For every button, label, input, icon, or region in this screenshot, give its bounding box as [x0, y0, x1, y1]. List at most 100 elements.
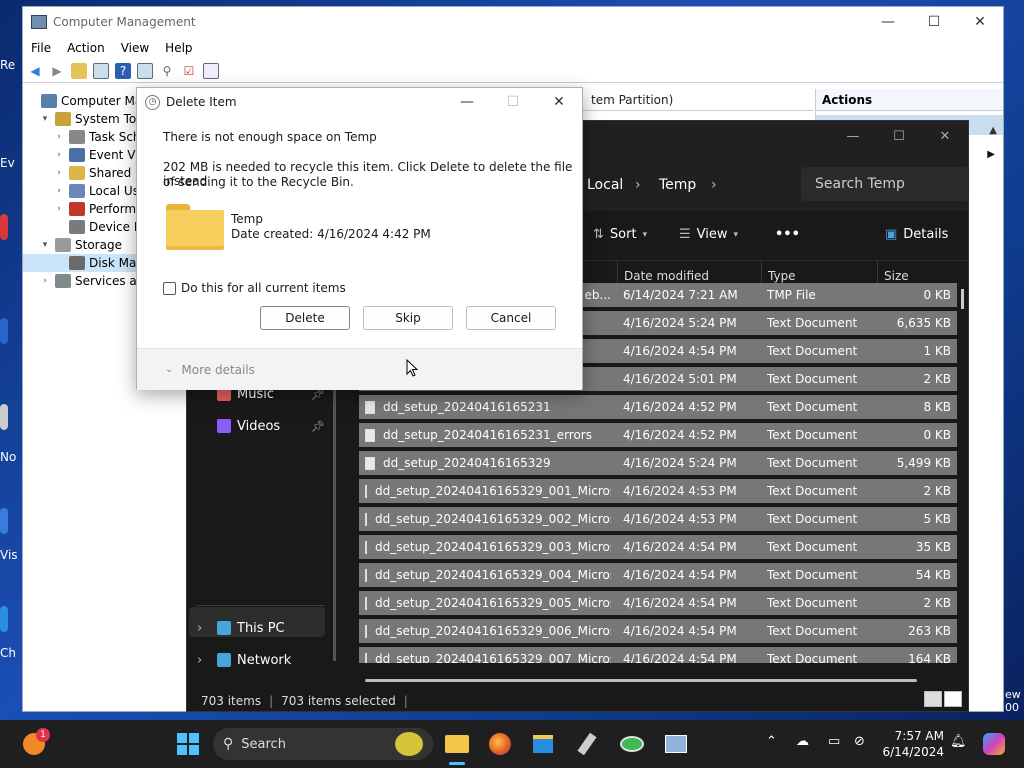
desktop-icon[interactable] — [0, 606, 8, 632]
store-icon[interactable] — [527, 728, 559, 760]
more-options-button[interactable]: ••• — [775, 227, 800, 242]
display-icon[interactable]: ▭ — [828, 734, 840, 749]
details-pane-button[interactable]: ▣ Details — [885, 227, 948, 242]
separator: | — [403, 694, 408, 708]
chevron-right-icon[interactable]: › — [711, 177, 717, 193]
menu-view[interactable]: View — [121, 41, 149, 55]
file-date-cell: 4/16/2024 5:24 PM — [623, 456, 737, 470]
maximize-button[interactable]: ☐ — [911, 7, 957, 37]
table-row[interactable]: dd_setup_20240416165231 4/16/2024 4:52 PM… — [359, 395, 957, 419]
file-type-cell: TMP File — [767, 288, 816, 302]
copilot-icon[interactable] — [978, 728, 1010, 760]
up-folder-icon[interactable] — [71, 62, 87, 79]
check-icon[interactable]: ☑ — [181, 63, 197, 79]
skip-button[interactable]: Skip — [363, 306, 453, 330]
more-details-toggle[interactable]: ⌄ More details — [137, 348, 582, 390]
nav-item-videos[interactable]: Videos 📌︎ — [217, 415, 325, 437]
breadcrumb-temp[interactable]: Temp — [659, 177, 696, 193]
toolbar: ◀ ▶ ? ⚲ ☑ — [23, 59, 1003, 83]
nav-item-this-pc[interactable]: › This PC — [197, 617, 305, 639]
scroll-up-arrow-icon[interactable]: ▲ — [989, 125, 997, 136]
menu-action[interactable]: Action — [67, 41, 105, 55]
action-pane-icon[interactable] — [137, 62, 153, 79]
connect-icon[interactable]: ⚲ — [159, 63, 175, 79]
firefox-icon[interactable] — [484, 728, 516, 760]
table-row[interactable]: dd_setup_20240416165329_005_Microsoft...… — [359, 591, 957, 615]
minimize-button[interactable]: — — [444, 88, 490, 116]
taskbar-search-box[interactable]: ⚲ Search — [213, 728, 433, 760]
details-view-icon[interactable] — [924, 691, 942, 707]
expand-arrow-icon[interactable]: ▶ — [987, 149, 995, 160]
chevron-up-icon[interactable]: ⌃ — [766, 734, 777, 749]
table-row[interactable]: dd_setup_20240416165329 4/16/2024 5:24 PM… — [359, 451, 957, 475]
menu-file[interactable]: File — [31, 41, 51, 55]
start-button[interactable] — [172, 728, 204, 760]
table-row[interactable]: dd_setup_20240416165329_002_Microsoft...… — [359, 507, 957, 531]
close-button[interactable]: ✕ — [922, 121, 968, 151]
minimize-button[interactable]: — — [830, 121, 876, 151]
table-row[interactable]: dd_setup_20240416165329_007_Microsoft...… — [359, 647, 957, 663]
close-button[interactable]: ✕ — [536, 88, 582, 116]
help-icon[interactable]: ? — [115, 62, 131, 79]
separator: | — [269, 694, 274, 708]
cancel-button[interactable]: Cancel — [466, 306, 556, 330]
file-date-cell: 4/16/2024 4:54 PM — [623, 540, 737, 554]
weather-widget[interactable]: 1 — [18, 728, 50, 760]
delete-button[interactable]: Delete — [260, 306, 350, 330]
chevron-right-icon[interactable]: › — [53, 204, 65, 214]
maximize-button[interactable]: ☐ — [876, 121, 922, 151]
desktop-icon[interactable] — [0, 318, 8, 344]
table-row[interactable]: dd_setup_20240416165329_004_Microsoft...… — [359, 563, 957, 587]
file-size-cell: 1 KB — [923, 344, 951, 358]
chevron-right-icon[interactable]: › — [197, 653, 211, 668]
table-row[interactable]: dd_setup_20240416165329_003_Microsoft...… — [359, 535, 957, 559]
tree-item-label: Storage — [75, 238, 122, 252]
forward-arrow-icon[interactable]: ▶ — [49, 63, 65, 79]
file-date-cell: 4/16/2024 5:01 PM — [623, 372, 737, 386]
file-size-cell: 2 KB — [923, 372, 951, 386]
checkbox-label[interactable]: Do this for all current items — [181, 281, 346, 295]
chevron-right-icon[interactable]: › — [53, 168, 65, 178]
computer-management-taskbar-icon[interactable] — [660, 728, 692, 760]
menu-help[interactable]: Help — [165, 41, 192, 55]
properties-icon[interactable] — [203, 62, 219, 79]
breadcrumb-local[interactable]: Local — [587, 177, 623, 193]
network-status-icon[interactable]: ⊘ — [854, 734, 865, 749]
desktop-icon[interactable] — [0, 214, 8, 240]
apply-to-all-checkbox[interactable] — [163, 282, 176, 295]
cloud-offline-icon[interactable]: ☁ — [796, 734, 809, 749]
network-app-icon[interactable] — [616, 728, 648, 760]
large-icons-view-icon[interactable] — [944, 691, 962, 707]
minimize-button[interactable]: — — [865, 7, 911, 37]
sort-button[interactable]: ⇅ Sort ▾ — [593, 227, 647, 242]
back-arrow-icon[interactable]: ◀ — [27, 63, 43, 79]
chevron-down-icon[interactable]: ▾ — [39, 114, 51, 124]
usb-drive-icon[interactable] — [571, 728, 603, 760]
chevron-down-icon[interactable]: ▾ — [39, 240, 51, 250]
file-size-cell: 54 KB — [915, 568, 951, 582]
chevron-right-icon[interactable]: › — [53, 186, 65, 196]
performance-icon — [69, 202, 85, 216]
show-hide-tree-icon[interactable] — [93, 62, 109, 79]
desktop-icon[interactable] — [0, 404, 8, 430]
chevron-right-icon[interactable]: › — [197, 621, 211, 636]
table-row[interactable]: dd_setup_20240416165231_errors 4/16/2024 … — [359, 423, 957, 447]
desktop-icon[interactable] — [0, 508, 8, 534]
file-name: dd_setup_20240416165329_001_Microsoft... — [375, 484, 611, 498]
close-button[interactable]: ✕ — [957, 7, 1003, 37]
horizontal-scrollbar[interactable] — [365, 679, 917, 682]
notification-bell-icon[interactable]: 🔔︎ — [950, 734, 967, 749]
file-explorer-taskbar-icon[interactable] — [441, 728, 473, 765]
search-input[interactable]: Search Temp — [801, 167, 969, 201]
system-clock[interactable]: 7:57 AM 6/14/2024 — [880, 728, 944, 760]
table-row[interactable]: dd_setup_20240416165329_006_Microsoft...… — [359, 619, 957, 643]
clock-time: 7:57 AM — [894, 729, 944, 743]
chevron-right-icon[interactable]: › — [53, 132, 65, 142]
list-scrollbar[interactable] — [961, 289, 964, 309]
chevron-right-icon[interactable]: › — [39, 276, 51, 286]
view-button[interactable]: ☰ View ▾ — [679, 227, 738, 242]
nav-item-network[interactable]: › Network — [197, 649, 305, 671]
pin-icon[interactable]: 📌︎ — [311, 420, 325, 433]
table-row[interactable]: dd_setup_20240416165329_001_Microsoft...… — [359, 479, 957, 503]
chevron-right-icon[interactable]: › — [53, 150, 65, 160]
